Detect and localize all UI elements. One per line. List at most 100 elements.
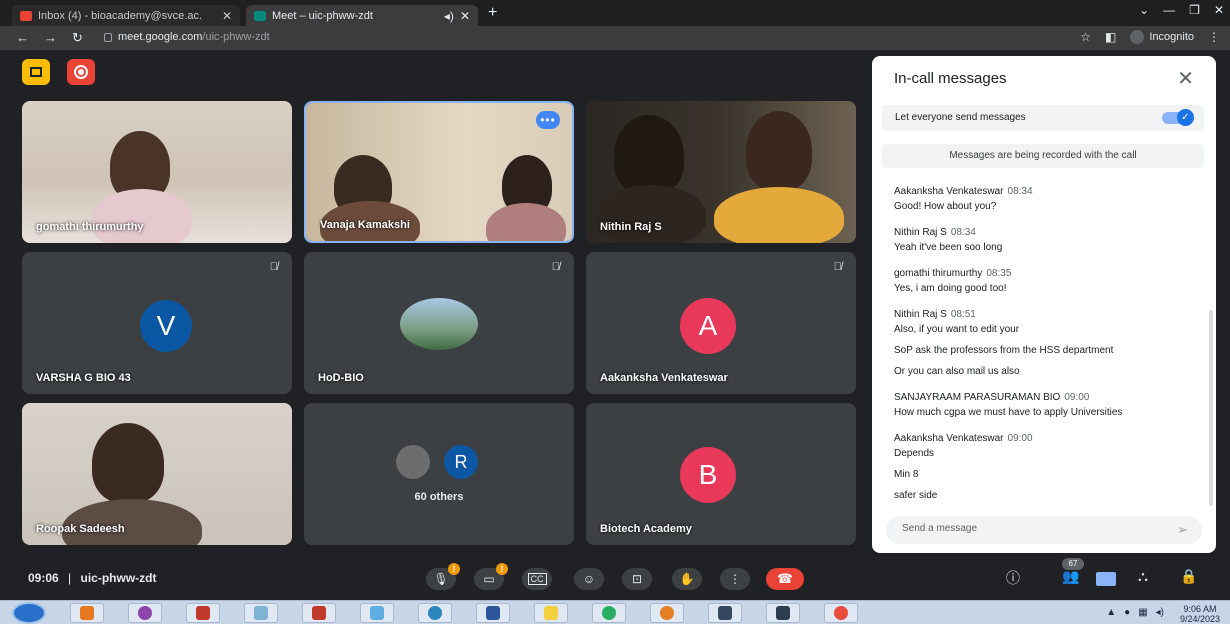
clock-time: 9:06 AM xyxy=(1183,604,1217,614)
close-tab-icon[interactable]: ✕ xyxy=(460,9,470,23)
avatar: V xyxy=(140,300,192,352)
reload-button[interactable]: ↻ xyxy=(72,30,83,46)
people-icon[interactable]: 👥 xyxy=(1062,568,1079,585)
reactions-button[interactable]: ☺ xyxy=(574,568,604,590)
close-window-button[interactable]: ✕ xyxy=(1214,3,1224,17)
taskbar-app[interactable] xyxy=(708,603,742,623)
chat-scrollbar[interactable] xyxy=(1209,310,1213,506)
more-options-button[interactable]: ⋮ xyxy=(720,568,750,590)
message-sender: gomathi thirumurthy xyxy=(894,268,983,279)
side-panel-icon[interactable]: ◧ xyxy=(1105,30,1116,44)
layout-button[interactable] xyxy=(22,59,50,85)
clock[interactable]: 9:06 AM 9/24/2023 xyxy=(1180,604,1220,624)
more-options-button[interactable]: ••• xyxy=(536,111,560,129)
participant-tile[interactable]: gomathi thirumurthy xyxy=(22,101,292,243)
taskbar-app[interactable] xyxy=(70,603,104,623)
taskbar-app[interactable] xyxy=(418,603,452,623)
new-tab-button[interactable]: + xyxy=(488,4,497,22)
message-sender: Nithin Raj S xyxy=(894,227,947,238)
participant-tile[interactable]: 🎙̸ HoD-BIO xyxy=(304,252,574,394)
chrome-icon xyxy=(602,606,616,620)
start-button[interactable] xyxy=(12,602,46,624)
url-field[interactable]: meet.google.com/uic-phww-zdt xyxy=(118,31,270,43)
present-button[interactable]: ⊡ xyxy=(622,568,652,590)
avatar: B xyxy=(680,447,736,503)
leave-call-button[interactable]: ☎ xyxy=(766,568,804,590)
recording-button[interactable] xyxy=(67,59,95,85)
message-text: Depends xyxy=(894,448,935,459)
close-chat-button[interactable]: ✕ xyxy=(1177,66,1194,91)
chat-icon[interactable] xyxy=(1096,572,1116,586)
chat-message: Aakanksha Venkateswar 09:00 Depends Min 8… xyxy=(894,433,1194,501)
app-icon xyxy=(138,606,152,620)
taskbar-app[interactable] xyxy=(302,603,336,623)
warning-icon: ! xyxy=(496,563,508,575)
others-tile[interactable]: R 60 others xyxy=(304,403,574,545)
message-input[interactable] xyxy=(902,523,1152,534)
participant-name: Biotech Academy xyxy=(600,523,692,535)
camera-icon: ▭ xyxy=(483,572,495,586)
incognito-badge[interactable]: Incognito xyxy=(1130,30,1194,44)
audio-icon[interactable]: ◂) xyxy=(444,9,454,23)
meeting-control-bar: 09:06 | uic-phww-zdt 🎙! ▭! CC ☺ ⊡ ✋ ⋮ ☎ … xyxy=(0,556,1230,600)
url-host: meet.google.com xyxy=(118,31,203,43)
bookmark-star-icon[interactable]: ☆ xyxy=(1080,30,1091,44)
message-time: 08:34 xyxy=(1007,186,1033,197)
tab-inbox[interactable]: Inbox (4) - bioacademy@svce.ac. ✕ xyxy=(12,5,240,26)
message-text: Yes, i am doing good too! xyxy=(894,283,1007,294)
info-icon[interactable]: ⓘ xyxy=(1006,568,1020,588)
participant-tile[interactable]: B Biotech Academy xyxy=(586,403,856,545)
volume-icon[interactable]: ◂) xyxy=(1156,607,1164,618)
incognito-icon xyxy=(1130,30,1145,44)
close-tab-icon[interactable]: ✕ xyxy=(222,9,232,23)
chat-message: gomathi thirumurthy 08:35 Yes, i am doing… xyxy=(894,268,1194,294)
chat-message: Aakanksha Venkateswar 08:34 Good! How abo… xyxy=(894,186,1194,212)
taskbar-app[interactable] xyxy=(360,603,394,623)
taskbar-app[interactable] xyxy=(476,603,510,623)
meeting-info: 09:06 | uic-phww-zdt xyxy=(28,571,157,585)
taskbar-app[interactable] xyxy=(244,603,278,623)
mic-off-icon: 🎙̸ xyxy=(833,261,842,273)
taskbar-app[interactable] xyxy=(592,603,626,623)
message-text: SoP ask the professors from the HSS depa… xyxy=(894,345,1114,356)
taskbar-app[interactable] xyxy=(128,603,162,623)
mic-button[interactable]: 🎙! xyxy=(426,563,460,590)
tab-meet[interactable]: Meet – uic-phww-zdt ◂) ✕ xyxy=(246,5,478,26)
participant-tile[interactable]: 🎙̸ A Aakanksha Venkateswar xyxy=(586,252,856,394)
host-controls-icon[interactable]: 🔒 xyxy=(1180,568,1197,585)
tray-arrow-icon[interactable]: ▲ xyxy=(1106,607,1116,618)
send-icon[interactable]: ➢ xyxy=(1177,522,1188,538)
taskbar-app[interactable] xyxy=(534,603,568,623)
taskbar-app[interactable] xyxy=(650,603,684,623)
participant-tile[interactable]: Roopak Sadeesh xyxy=(22,403,292,545)
taskbar-app[interactable] xyxy=(824,603,858,623)
taskbar-app[interactable] xyxy=(186,603,220,623)
layout-icon xyxy=(30,67,42,77)
app-icon xyxy=(776,606,790,620)
participant-tile[interactable]: Nithin Raj S xyxy=(586,101,856,243)
send-permission-toggle[interactable] xyxy=(1162,109,1194,126)
back-button[interactable]: ← xyxy=(16,30,29,45)
tray-app-icon[interactable]: ● xyxy=(1124,607,1130,618)
system-tray: ▲ ● ▦ ◂) xyxy=(1106,607,1164,618)
taskbar-app[interactable] xyxy=(766,603,800,623)
captions-button[interactable]: CC xyxy=(522,568,552,590)
url-path: /uic-phww-zdt xyxy=(202,31,270,43)
participant-name: VARSHA G BIO 43 xyxy=(36,372,131,384)
message-time: 08:35 xyxy=(986,268,1012,279)
minimize-button[interactable]: — xyxy=(1163,3,1175,17)
restore-button[interactable]: ❐ xyxy=(1189,3,1200,17)
camera-button[interactable]: ▭! xyxy=(474,563,508,590)
raise-hand-button[interactable]: ✋ xyxy=(672,568,702,590)
participant-tile[interactable]: ••• Vanaja Kamakshi xyxy=(304,101,574,243)
message-input-box: ➢ xyxy=(886,516,1202,544)
network-icon[interactable]: ▦ xyxy=(1138,607,1147,618)
address-bar: ← → ↻ meet.google.com/uic-phww-zdt ☆ ◧ I… xyxy=(0,26,1230,50)
message-text: Good! How about you? xyxy=(894,201,997,212)
activities-icon[interactable]: ⛬ xyxy=(1138,568,1148,585)
tab-search-icon[interactable]: ⌄ xyxy=(1139,3,1149,17)
lock-icon xyxy=(104,33,112,42)
participant-tile[interactable]: 🎙̸ V VARSHA G BIO 43 xyxy=(22,252,292,394)
forward-button[interactable]: → xyxy=(44,30,57,45)
browser-menu-icon[interactable]: ⋮ xyxy=(1208,30,1220,44)
